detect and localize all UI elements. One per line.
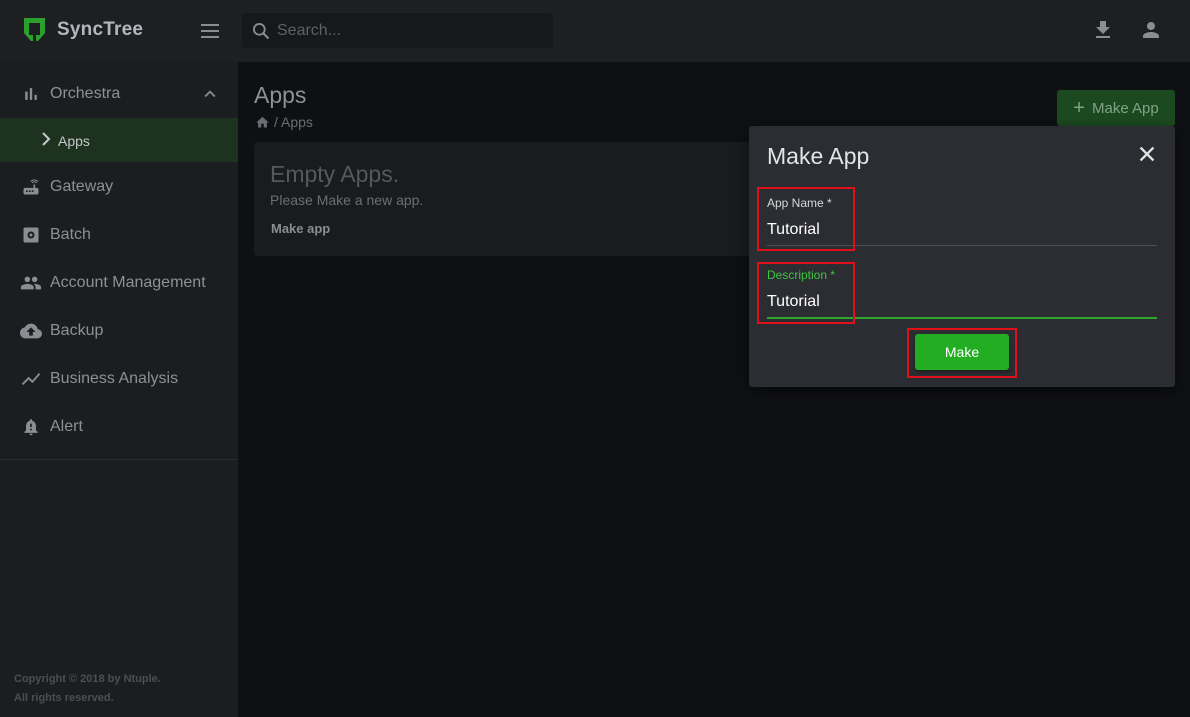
copyright-line: Copyright © 2018 by Ntuple. [14, 673, 161, 685]
copyright-line: All rights reserved. [14, 692, 114, 704]
breadcrumb-current: / Apps [274, 114, 313, 130]
sidebar-item-batch[interactable]: Batch [0, 211, 238, 259]
app-name: SyncTree [57, 18, 144, 40]
cloud-upload-icon [20, 320, 42, 342]
top-bar: SyncTree [0, 0, 1190, 62]
sidebar-item-backup[interactable]: Backup [0, 307, 238, 355]
make-app-link[interactable]: Make app [271, 221, 330, 236]
home-icon[interactable] [255, 115, 270, 130]
account-icon[interactable] [1139, 18, 1163, 42]
gear-box-icon [20, 224, 42, 246]
synctree-logo-icon [24, 18, 45, 41]
router-icon [20, 176, 42, 198]
empty-card-subtitle: Please Make a new app. [270, 192, 424, 208]
sidebar-item-label: Backup [50, 322, 104, 339]
empty-apps-card: Empty Apps. Please Make a new app. Make … [254, 142, 774, 256]
people-icon [20, 272, 42, 294]
sidebar-item-label: Alert [50, 418, 83, 435]
bar-chart-icon [20, 83, 42, 105]
hamburger-menu-icon[interactable] [198, 19, 222, 43]
sidebar-subitem-label: Apps [58, 133, 90, 149]
sidebar-item-label: Account Management [50, 274, 206, 291]
sidebar-subitem-apps[interactable]: Apps [0, 118, 238, 162]
sidebar-item-label: Gateway [50, 178, 114, 195]
sidebar-item-gateway[interactable]: Gateway [0, 163, 238, 211]
sidebar-item-orchestra[interactable]: Orchestra [0, 70, 238, 118]
breadcrumb: / Apps [255, 114, 313, 130]
chevron-right-icon [42, 132, 51, 146]
copyright: Copyright © 2018 by Ntuple. All rights r… [14, 670, 161, 708]
sidebar-divider [0, 459, 238, 460]
logo[interactable]: SyncTree [21, 16, 143, 43]
close-icon[interactable] [1136, 143, 1158, 165]
sidebar-item-business-analysis[interactable]: Business Analysis [0, 355, 238, 403]
bell-icon [20, 416, 42, 438]
sidebar-item-alert[interactable]: Alert [0, 403, 238, 451]
download-icon[interactable] [1091, 18, 1115, 42]
empty-card-title: Empty Apps. [270, 161, 400, 187]
sidebar-item-label: Orchestra [50, 85, 121, 102]
search-input[interactable] [277, 21, 537, 40]
sidebar-item-label: Batch [50, 226, 91, 243]
sidebar: Orchestra Apps Gateway Batch Account Man… [0, 62, 238, 717]
sidebar-item-account-management[interactable]: Account Management [0, 259, 238, 307]
trend-line-icon [20, 368, 42, 390]
sidebar-item-label: Business Analysis [50, 370, 179, 387]
make-app-button[interactable]: + Make App [1057, 90, 1175, 126]
chevron-up-icon[interactable] [199, 83, 221, 105]
make-app-dialog: Make App App Name * Description * Make [749, 126, 1175, 387]
page-title: Apps [254, 82, 307, 108]
highlight-box-make-button [907, 328, 1017, 378]
plus-icon: + [1073, 97, 1085, 119]
dialog-title: Make App [767, 143, 870, 169]
search-box [242, 13, 553, 48]
highlight-box-app-name [757, 187, 855, 251]
highlight-box-description [757, 262, 855, 324]
search-icon [252, 22, 270, 39]
make-app-button-label: Make App [1091, 99, 1159, 117]
